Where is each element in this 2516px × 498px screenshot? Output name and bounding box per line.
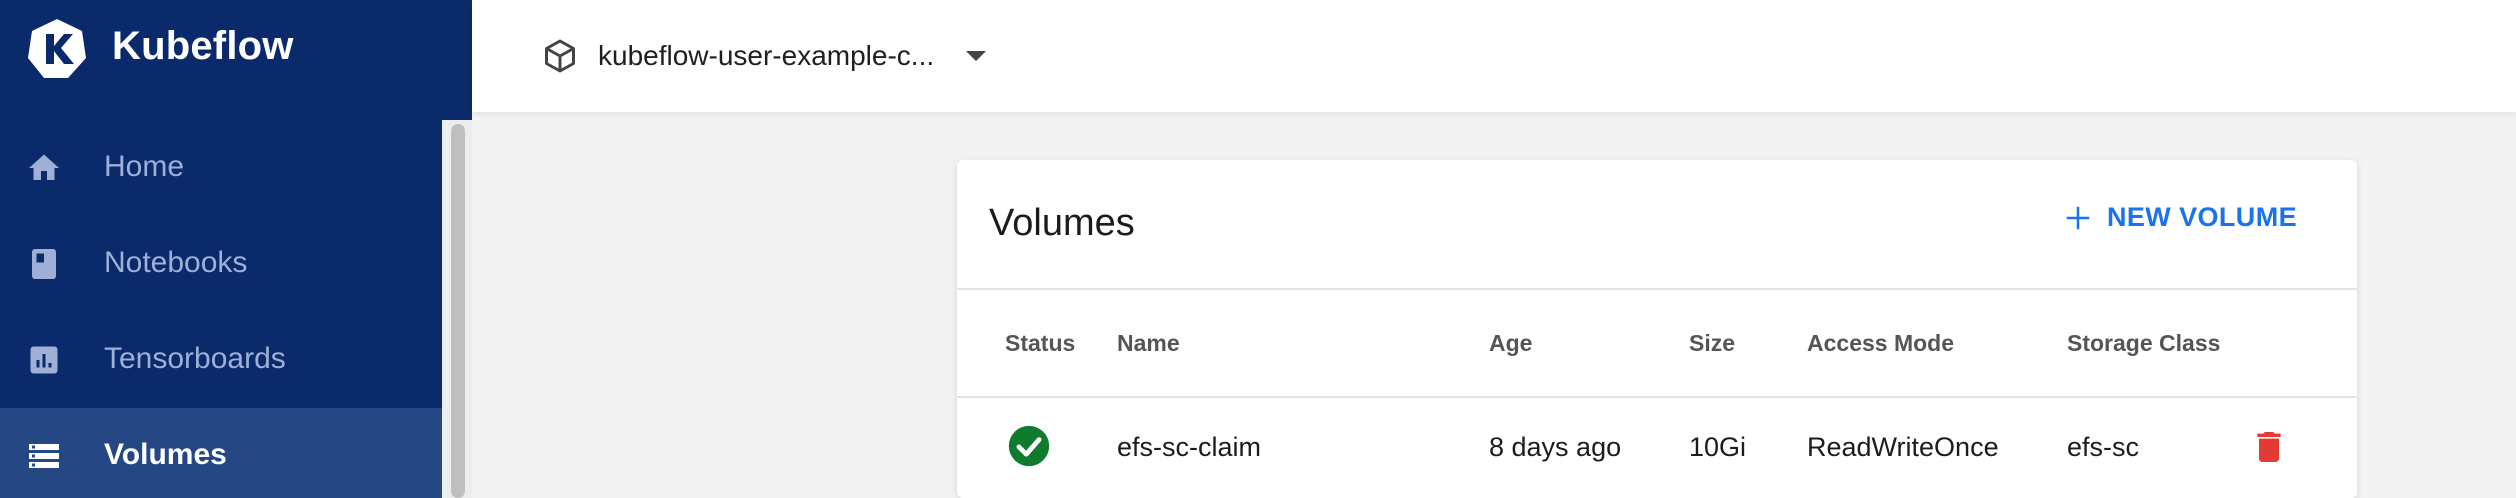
column-header-access-mode[interactable]: Access Mode — [1807, 330, 1954, 357]
column-header-status[interactable]: Status — [1005, 330, 1075, 357]
cell-access-mode: ReadWriteOnce — [1807, 432, 1999, 462]
chevron-down-icon[interactable] — [966, 51, 987, 61]
status-ready-icon — [1008, 425, 1050, 467]
sidebar-item-notebooks[interactable]: Notebooks — [0, 216, 442, 312]
home-icon — [29, 154, 59, 180]
brand[interactable]: Kubeflow — [0, 0, 472, 100]
cell-name: efs-sc-claim — [1117, 432, 1262, 462]
cell-age: 8 days ago — [1489, 432, 1622, 462]
row-divider — [957, 396, 2357, 398]
sidebar: Kubeflow Home Notebooks Tensorboards Vol… — [0, 0, 472, 498]
namespace-label: kubeflow-user-example-c... — [598, 40, 935, 71]
column-header-name[interactable]: Name — [1117, 330, 1180, 357]
notebook-icon — [32, 249, 56, 279]
sidebar-item-volumes[interactable]: Volumes — [0, 408, 442, 498]
volumes-card: Volumes NEW VOLUME Status Name Age Size … — [957, 160, 2357, 498]
sidebar-nav: Home Notebooks Tensorboards Volumes — [0, 120, 442, 498]
column-header-storage-class[interactable]: Storage Class — [2067, 330, 2220, 357]
column-header-age[interactable]: Age — [1489, 330, 1532, 357]
tensorboard-icon — [30, 346, 58, 374]
new-volume-button[interactable]: NEW VOLUME — [2063, 202, 2297, 233]
top-bar: kubeflow-user-example-c... — [472, 0, 2516, 112]
header-divider — [957, 288, 2357, 290]
cell-size: 10Gi — [1689, 432, 1747, 462]
cell-storage-class: efs-sc — [2067, 432, 2140, 462]
sidebar-item-label: Tensorboards — [104, 342, 286, 375]
column-header-size[interactable]: Size — [1689, 330, 1735, 357]
sidebar-item-tensorboards[interactable]: Tensorboards — [0, 312, 442, 408]
sidebar-item-label: Notebooks — [104, 246, 248, 279]
sidebar-item-home[interactable]: Home — [0, 120, 442, 216]
plus-icon — [2066, 206, 2090, 229]
namespace-selector[interactable]: kubeflow-user-example-c... — [542, 28, 987, 84]
kubeflow-logo-icon — [28, 19, 86, 78]
page-title: Volumes — [989, 202, 1135, 244]
sidebar-item-label: Volumes — [104, 438, 227, 471]
sidebar-item-label: Home — [104, 150, 185, 183]
sidebar-scrollbar-thumb[interactable] — [451, 124, 465, 498]
new-volume-label: NEW VOLUME — [2107, 202, 2297, 232]
delete-icon[interactable] — [2249, 426, 2289, 468]
volumes-icon — [29, 444, 59, 468]
app-title: Kubeflow — [112, 24, 294, 68]
namespace-cube-icon — [545, 39, 575, 73]
